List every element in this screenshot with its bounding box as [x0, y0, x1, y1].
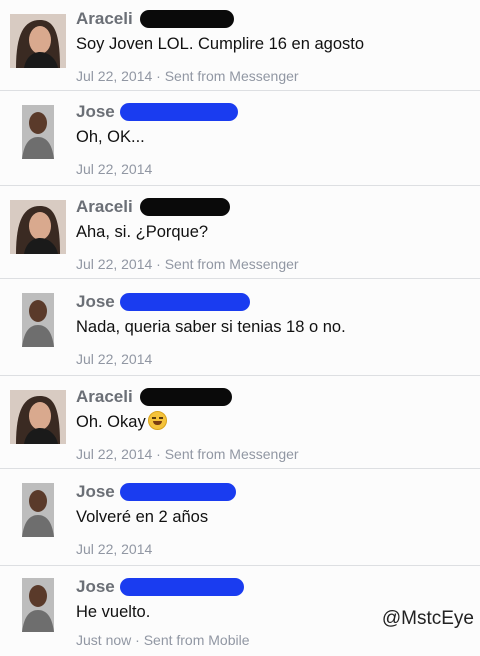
message-meta: Just now · Sent from Mobile — [76, 632, 250, 648]
redaction-mark — [120, 293, 250, 311]
sender-name[interactable]: Jose — [76, 291, 250, 313]
message-text: Nada, queria saber si tenias 18 o no. — [76, 318, 346, 336]
message-thread: Araceli Soy Joven LOL. Cumplire 16 en ag… — [0, 0, 480, 656]
redaction-mark — [140, 10, 234, 28]
avatar[interactable] — [22, 293, 54, 347]
message-text: Oh. Okay — [76, 410, 472, 434]
laughing-emoji-icon — [147, 411, 167, 430]
message-item: Araceli Soy Joven LOL. Cumplire 16 en ag… — [0, 0, 480, 91]
message-item: Jose Oh, OK... Jul 22, 2014 — [0, 91, 480, 186]
sender-name[interactable]: Jose — [76, 481, 236, 503]
message-item: Jose Nada, queria saber si tenias 18 o n… — [0, 279, 480, 376]
message-text: Oh, OK... — [76, 128, 145, 146]
avatar[interactable] — [10, 390, 66, 444]
avatar[interactable] — [10, 14, 66, 68]
message-text: Volveré en 2 años — [76, 508, 209, 526]
message-meta: Jul 22, 2014 · Sent from Messenger — [76, 256, 299, 272]
sender-name[interactable]: Araceli — [76, 386, 232, 408]
message-meta: Jul 22, 2014 — [76, 351, 153, 367]
message-text: Aha, si. ¿Porque? — [76, 223, 209, 241]
sender-name[interactable]: Araceli — [76, 8, 234, 30]
sender-label: Jose — [76, 102, 115, 121]
message-meta: Jul 22, 2014 — [76, 541, 153, 557]
redaction-mark — [140, 388, 232, 406]
avatar[interactable] — [22, 105, 54, 159]
sender-label: Araceli — [76, 387, 133, 406]
avatar[interactable] — [10, 200, 66, 254]
sender-label: Jose — [76, 577, 115, 596]
message-meta: Jul 22, 2014 · Sent from Messenger — [76, 446, 299, 462]
redaction-mark — [120, 483, 236, 501]
message-text: Soy Joven LOL. Cumplire 16 en agosto — [76, 35, 365, 53]
message-item: Araceli Aha, si. ¿Porque? Jul 22, 2014 ·… — [0, 186, 480, 279]
redaction-mark — [140, 198, 230, 216]
message-meta: Jul 22, 2014 — [76, 161, 153, 177]
sender-label: Jose — [76, 482, 115, 501]
sender-label: Araceli — [76, 9, 133, 28]
avatar[interactable] — [22, 578, 54, 632]
message-text-label: Oh. Okay — [76, 413, 146, 431]
redaction-mark — [120, 578, 244, 596]
sender-name[interactable]: Jose — [76, 101, 238, 123]
message-item: Araceli Oh. Okay Jul 22, 2014 · Sent fro… — [0, 376, 480, 469]
watermark: @MstcEye — [381, 608, 474, 629]
sender-label: Jose — [76, 292, 115, 311]
sender-name[interactable]: Araceli — [76, 196, 230, 218]
message-item: Jose Volveré en 2 años Jul 22, 2014 — [0, 469, 480, 566]
sender-name[interactable]: Jose — [76, 576, 244, 598]
sender-label: Araceli — [76, 197, 133, 216]
redaction-mark — [120, 103, 238, 121]
avatar[interactable] — [22, 483, 54, 537]
message-meta: Jul 22, 2014 · Sent from Messenger — [76, 68, 299, 84]
